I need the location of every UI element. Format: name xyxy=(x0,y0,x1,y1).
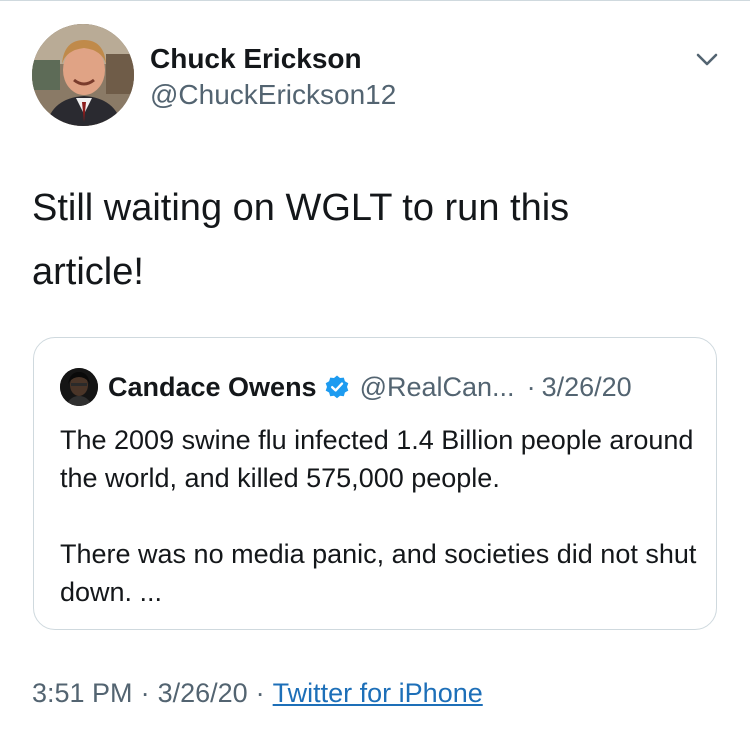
tweet-text-line: article! xyxy=(32,251,144,293)
verified-badge-icon xyxy=(324,374,350,400)
quoted-author-display-name: Candace Owens xyxy=(108,371,317,402)
quoted-separator: · xyxy=(526,371,536,402)
tweet-source-link[interactable]: Twitter for iPhone xyxy=(273,678,483,708)
author-display-name[interactable]: Chuck Erickson xyxy=(150,42,396,76)
tweet-metadata: 3:51 PM · 3/26/20 · Twitter for iPhone xyxy=(32,678,483,709)
tweet-text-line: Still waiting on WGLT to run this xyxy=(32,187,570,229)
author-handle[interactable]: @ChuckErickson12 xyxy=(150,78,396,112)
tweet: Chuck Erickson @ChuckErickson12 Still wa… xyxy=(0,0,750,730)
quoted-tweet-header: Candace Owens @RealCan... · 3/26/20 xyxy=(60,368,632,406)
tweet-text: Still waiting on WGLT to run this articl… xyxy=(32,176,652,304)
quoted-tweet-card[interactable]: Candace Owens @RealCan... · 3/26/20 The … xyxy=(33,337,717,630)
author-avatar[interactable] xyxy=(32,24,134,126)
meta-separator: · xyxy=(255,678,265,708)
author-info: Chuck Erickson @ChuckErickson12 xyxy=(150,42,396,112)
quoted-tweet-paragraph: The 2009 swine flu infected 1.4 Billion … xyxy=(60,425,694,493)
quoted-tweet-text: The 2009 swine flu infected 1.4 Billion … xyxy=(60,421,700,611)
quoted-tweet-paragraph: There was no media panic, and societies … xyxy=(60,539,697,607)
quoted-author-avatar xyxy=(60,368,98,406)
chevron-down-icon[interactable] xyxy=(690,46,724,72)
quoted-tweet-date: 3/26/20 xyxy=(541,371,632,402)
quoted-author-handle: @RealCan... xyxy=(359,371,515,402)
meta-separator: · xyxy=(140,678,150,708)
tweet-date: 3/26/20 xyxy=(157,678,248,708)
tweet-time: 3:51 PM xyxy=(32,678,133,708)
